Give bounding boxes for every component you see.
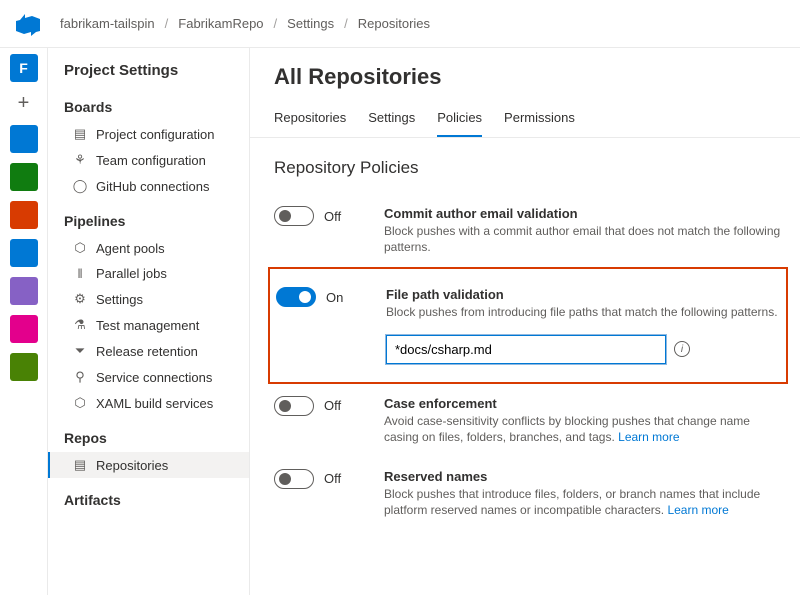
policy-title: Commit author email validation [384, 206, 782, 221]
panel-heading: Repository Policies [268, 158, 788, 178]
sidebar-item-icon: ▤ [72, 457, 88, 473]
sidebar-item-github-connections[interactable]: ◯ GitHub connections [48, 173, 249, 199]
info-icon[interactable]: i [674, 341, 690, 357]
sidebar-item-icon: ⚙ [72, 291, 88, 307]
sidebar-item-agent-pools[interactable]: ⬡ Agent pools [48, 235, 249, 261]
tabs: Repositories Settings Policies Permissions [250, 104, 800, 138]
sidebar-item-icon: ⚲ [72, 369, 88, 385]
sidebar-section-repos: Repos [48, 416, 249, 452]
sidebar-item-xaml-build-services[interactable]: ⬡ XAML build services [48, 390, 249, 416]
sidebar-item-label: Repositories [96, 458, 168, 473]
sidebar-item-project-configuration[interactable]: ▤ Project configuration [48, 121, 249, 147]
rail-item-2[interactable] [10, 125, 38, 153]
rail-add-icon[interactable]: + [18, 92, 30, 115]
main-content: All Repositories Repositories Settings Pol… [250, 48, 800, 595]
sidebar-item-label: Test management [96, 318, 199, 333]
policy-commit-author-email-validation: Off Commit author email validation Block p… [268, 194, 788, 267]
sidebar-item-icon: ⚘ [72, 152, 88, 168]
breadcrumb-repositories[interactable]: Repositories [358, 16, 430, 31]
azure-devops-logo-icon [16, 12, 40, 36]
policy-reserved-names: Off Reserved names Block pushes that intro… [268, 457, 788, 530]
sidebar-item-icon: ⚗ [72, 317, 88, 333]
policy-case-enforcement: Off Case enforcement Avoid case-sensitivit… [268, 384, 788, 457]
sidebar-item-label: Release retention [96, 344, 198, 359]
policy-title: Reserved names [384, 469, 782, 484]
learn-more-link[interactable]: Learn more [618, 430, 679, 444]
learn-more-link[interactable]: Learn more [667, 503, 728, 517]
sidebar-item-label: Project configuration [96, 127, 215, 142]
sidebar-section-boards: Boards [48, 85, 249, 121]
sidebar-item-icon: ⬡ [72, 395, 88, 411]
left-rail: F+ [0, 48, 48, 595]
toggle[interactable] [274, 206, 314, 226]
rail-item-8[interactable] [10, 353, 38, 381]
sidebar-title: Project Settings [48, 62, 249, 85]
sidebar-item-label: Settings [96, 292, 143, 307]
sidebar-item-label: Service connections [96, 370, 212, 385]
toggle-state-label: Off [324, 471, 341, 486]
toggle-state-label: Off [324, 209, 341, 224]
sidebar-item-icon: ⏷ [72, 343, 88, 359]
breadcrumb-settings[interactable]: Settings [287, 16, 334, 31]
rail-item-3[interactable] [10, 163, 38, 191]
toggle-state-label: Off [324, 398, 341, 413]
sidebar-item-test-management[interactable]: ⚗ Test management [48, 312, 249, 338]
toggle[interactable] [276, 287, 316, 307]
policy-description: Block pushes from introducing file paths… [386, 304, 780, 320]
rail-item-7[interactable] [10, 315, 38, 343]
sidebar-item-label: GitHub connections [96, 179, 209, 194]
tab-settings[interactable]: Settings [368, 104, 415, 137]
policy-title: Case enforcement [384, 396, 782, 411]
breadcrumb: fabrikam-tailspin/ FabrikamRepo/ Setting… [60, 16, 430, 31]
project-settings-sidebar: Project Settings Boards ▤ Project configur… [48, 48, 250, 595]
sidebar-item-service-connections[interactable]: ⚲ Service connections [48, 364, 249, 390]
sidebar-item-settings[interactable]: ⚙ Settings [48, 286, 249, 312]
policy-file-path-validation: On File path validation Block pushes from … [268, 267, 788, 383]
tab-repositories[interactable]: Repositories [274, 104, 346, 137]
file-path-pattern-input[interactable] [386, 335, 666, 364]
policy-title: File path validation [386, 287, 780, 302]
toggle[interactable] [274, 396, 314, 416]
sidebar-section-pipelines: Pipelines [48, 199, 249, 235]
sidebar-item-label: Team configuration [96, 153, 206, 168]
topbar: fabrikam-tailspin/ FabrikamRepo/ Setting… [0, 0, 800, 48]
tab-permissions[interactable]: Permissions [504, 104, 575, 137]
sidebar-item-icon: ⬡ [72, 240, 88, 256]
sidebar-item-label: Agent pools [96, 241, 165, 256]
policy-description: Block pushes with a commit author email … [384, 223, 782, 255]
rail-item-6[interactable] [10, 277, 38, 305]
sidebar-item-team-configuration[interactable]: ⚘ Team configuration [48, 147, 249, 173]
sidebar-item-icon: ▤ [72, 126, 88, 142]
sidebar-item-icon: ◯ [72, 178, 88, 194]
policies-panel: Repository Policies Off Commit author ema… [250, 138, 800, 550]
page-title: All Repositories [250, 64, 800, 104]
sidebar-item-label: XAML build services [96, 396, 213, 411]
toggle[interactable] [274, 469, 314, 489]
breadcrumb-project[interactable]: FabrikamRepo [178, 16, 263, 31]
tab-policies[interactable]: Policies [437, 104, 482, 137]
rail-item-5[interactable] [10, 239, 38, 267]
toggle-state-label: On [326, 290, 343, 305]
sidebar-item-repositories[interactable]: ▤ Repositories [48, 452, 249, 478]
policy-description: Block pushes that introduce files, folde… [384, 486, 782, 518]
sidebar-item-parallel-jobs[interactable]: ‖ Parallel jobs [48, 261, 249, 286]
breadcrumb-org[interactable]: fabrikam-tailspin [60, 16, 155, 31]
sidebar-section-artifacts: Artifacts [48, 478, 249, 514]
sidebar-item-label: Parallel jobs [96, 266, 167, 281]
rail-item-4[interactable] [10, 201, 38, 229]
policy-description: Avoid case-sensitivity conflicts by bloc… [384, 413, 782, 445]
sidebar-item-release-retention[interactable]: ⏷ Release retention [48, 338, 249, 364]
sidebar-item-icon: ‖ [72, 266, 88, 281]
rail-item-0[interactable]: F [10, 54, 38, 82]
